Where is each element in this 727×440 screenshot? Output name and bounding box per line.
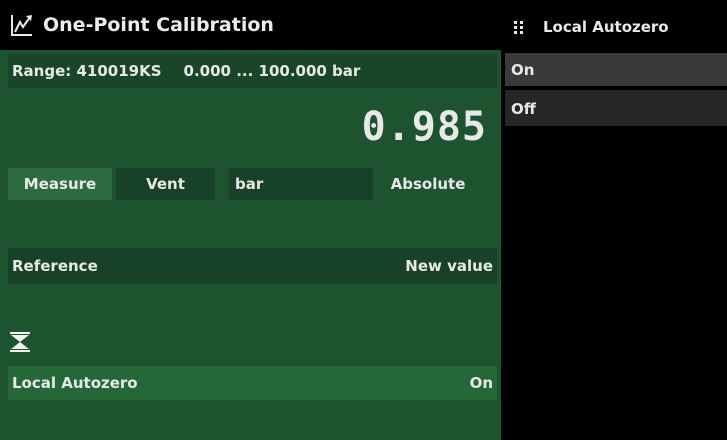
local-autozero-row[interactable]: Local Autozero On bbox=[8, 366, 497, 400]
autozero-icon bbox=[10, 332, 30, 352]
panel-title: Local Autozero bbox=[543, 18, 669, 36]
range-bar[interactable]: Range: 410019KS 0.000 ... 100.000 bar bbox=[8, 54, 497, 88]
local-autozero-panel: Local Autozero On Off bbox=[505, 0, 727, 440]
page-title: One-Point Calibration bbox=[43, 14, 274, 36]
unit-selector[interactable]: bar bbox=[229, 168, 373, 200]
reference-row[interactable]: Reference New value bbox=[8, 248, 497, 284]
local-autozero-value: On bbox=[469, 374, 493, 392]
option-on[interactable]: On bbox=[505, 53, 727, 86]
range-label: Range: 410019KS bbox=[12, 62, 162, 80]
reference-value: New value bbox=[405, 257, 493, 275]
local-autozero-label: Local Autozero bbox=[12, 374, 138, 392]
option-on-label: On bbox=[511, 60, 535, 79]
measure-button[interactable]: Measure bbox=[8, 168, 112, 200]
option-off-label: Off bbox=[511, 100, 536, 118]
calibration-icon bbox=[11, 15, 32, 36]
mode-label[interactable]: Absolute bbox=[378, 168, 478, 200]
vent-button[interactable]: Vent bbox=[116, 168, 215, 200]
grip-icon bbox=[514, 21, 523, 34]
range-span: 0.000 ... 100.000 bar bbox=[183, 62, 361, 80]
option-off[interactable]: Off bbox=[505, 90, 727, 126]
panel-header: Local Autozero bbox=[505, 10, 727, 44]
reference-label: Reference bbox=[12, 257, 98, 275]
pressure-reading: 0.985 bbox=[361, 104, 487, 150]
title-bar: One-Point Calibration bbox=[0, 0, 501, 50]
calibration-screen: One-Point Calibration Range: 410019KS 0.… bbox=[0, 0, 501, 440]
